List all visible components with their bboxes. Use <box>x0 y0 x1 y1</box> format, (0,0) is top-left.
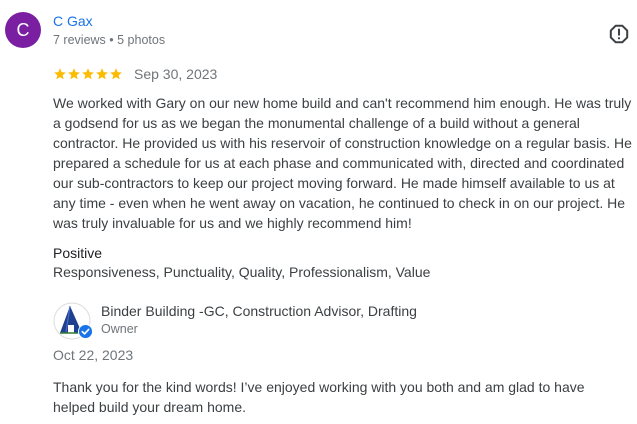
report-flag-icon <box>609 24 629 44</box>
star-icon <box>110 68 122 80</box>
rating-row: Sep 30, 2023 <box>53 65 217 83</box>
owner-response-date: Oct 22, 2023 <box>53 347 134 363</box>
reviewer-meta: 7 reviews • 5 photos <box>53 33 166 47</box>
owner-role: Owner <box>101 322 138 336</box>
positive-attributes: Responsiveness, Punctuality, Quality, Pr… <box>53 264 431 280</box>
star-icon <box>54 68 66 80</box>
star-rating <box>53 67 123 81</box>
verified-check-icon <box>78 324 93 339</box>
reviewer-name-link[interactable]: C Gax <box>53 13 93 29</box>
star-icon <box>68 68 80 80</box>
owner-name: Binder Building -GC, Construction Adviso… <box>101 303 417 319</box>
positive-heading: Positive <box>53 245 103 261</box>
review-card: C C Gax 7 reviews • 5 photos Sep 30, 202… <box>0 0 637 424</box>
review-text: We worked with Gary on our new home buil… <box>53 95 632 231</box>
owner-logo <box>53 302 93 340</box>
owner-response-text: Thank you for the kind words! I’ve enjoy… <box>53 379 585 415</box>
review-date: Sep 30, 2023 <box>134 66 218 82</box>
report-review-button[interactable] <box>607 22 631 46</box>
star-icon <box>96 68 108 80</box>
star-icon <box>82 68 94 80</box>
reviewer-avatar[interactable]: C <box>5 12 41 48</box>
